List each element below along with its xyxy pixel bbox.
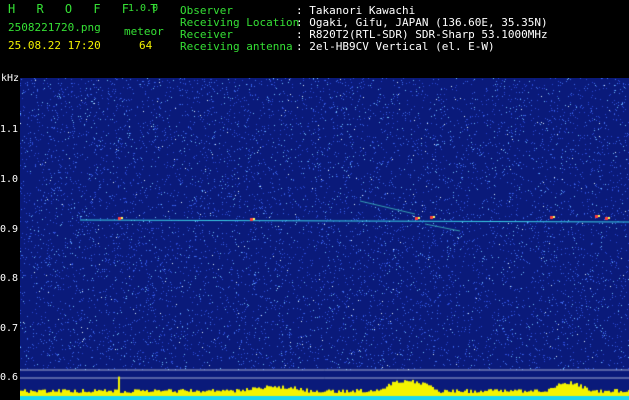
header: H R O F F T 1.0.0 2508221720.png 25.08.2… (0, 0, 629, 72)
file-name: 2508221720.png (8, 21, 101, 34)
meteor-label: meteor (124, 25, 164, 38)
meteor-count: 64 (139, 39, 153, 52)
y-tick-label: 0.7 (0, 323, 19, 334)
waterfall-spectrogram (20, 78, 629, 400)
y-tick-label: 0.8 (0, 273, 19, 284)
antenna-label: Receiving antenna (180, 40, 293, 53)
y-tick-label: 1.0 (0, 174, 19, 185)
y-axis-unit: kHz (1, 73, 20, 84)
app-version: 1.0.0 (128, 3, 159, 14)
antenna-value: : 2el-HB9CV Vertical (el. E-W) (296, 40, 495, 53)
y-tick-label: 0.6 (0, 372, 19, 383)
y-tick-label: 1.1 (0, 124, 19, 135)
capture-datetime: 25.08.22 17:20 (8, 39, 101, 52)
y-tick-label: 0.9 (0, 224, 19, 235)
